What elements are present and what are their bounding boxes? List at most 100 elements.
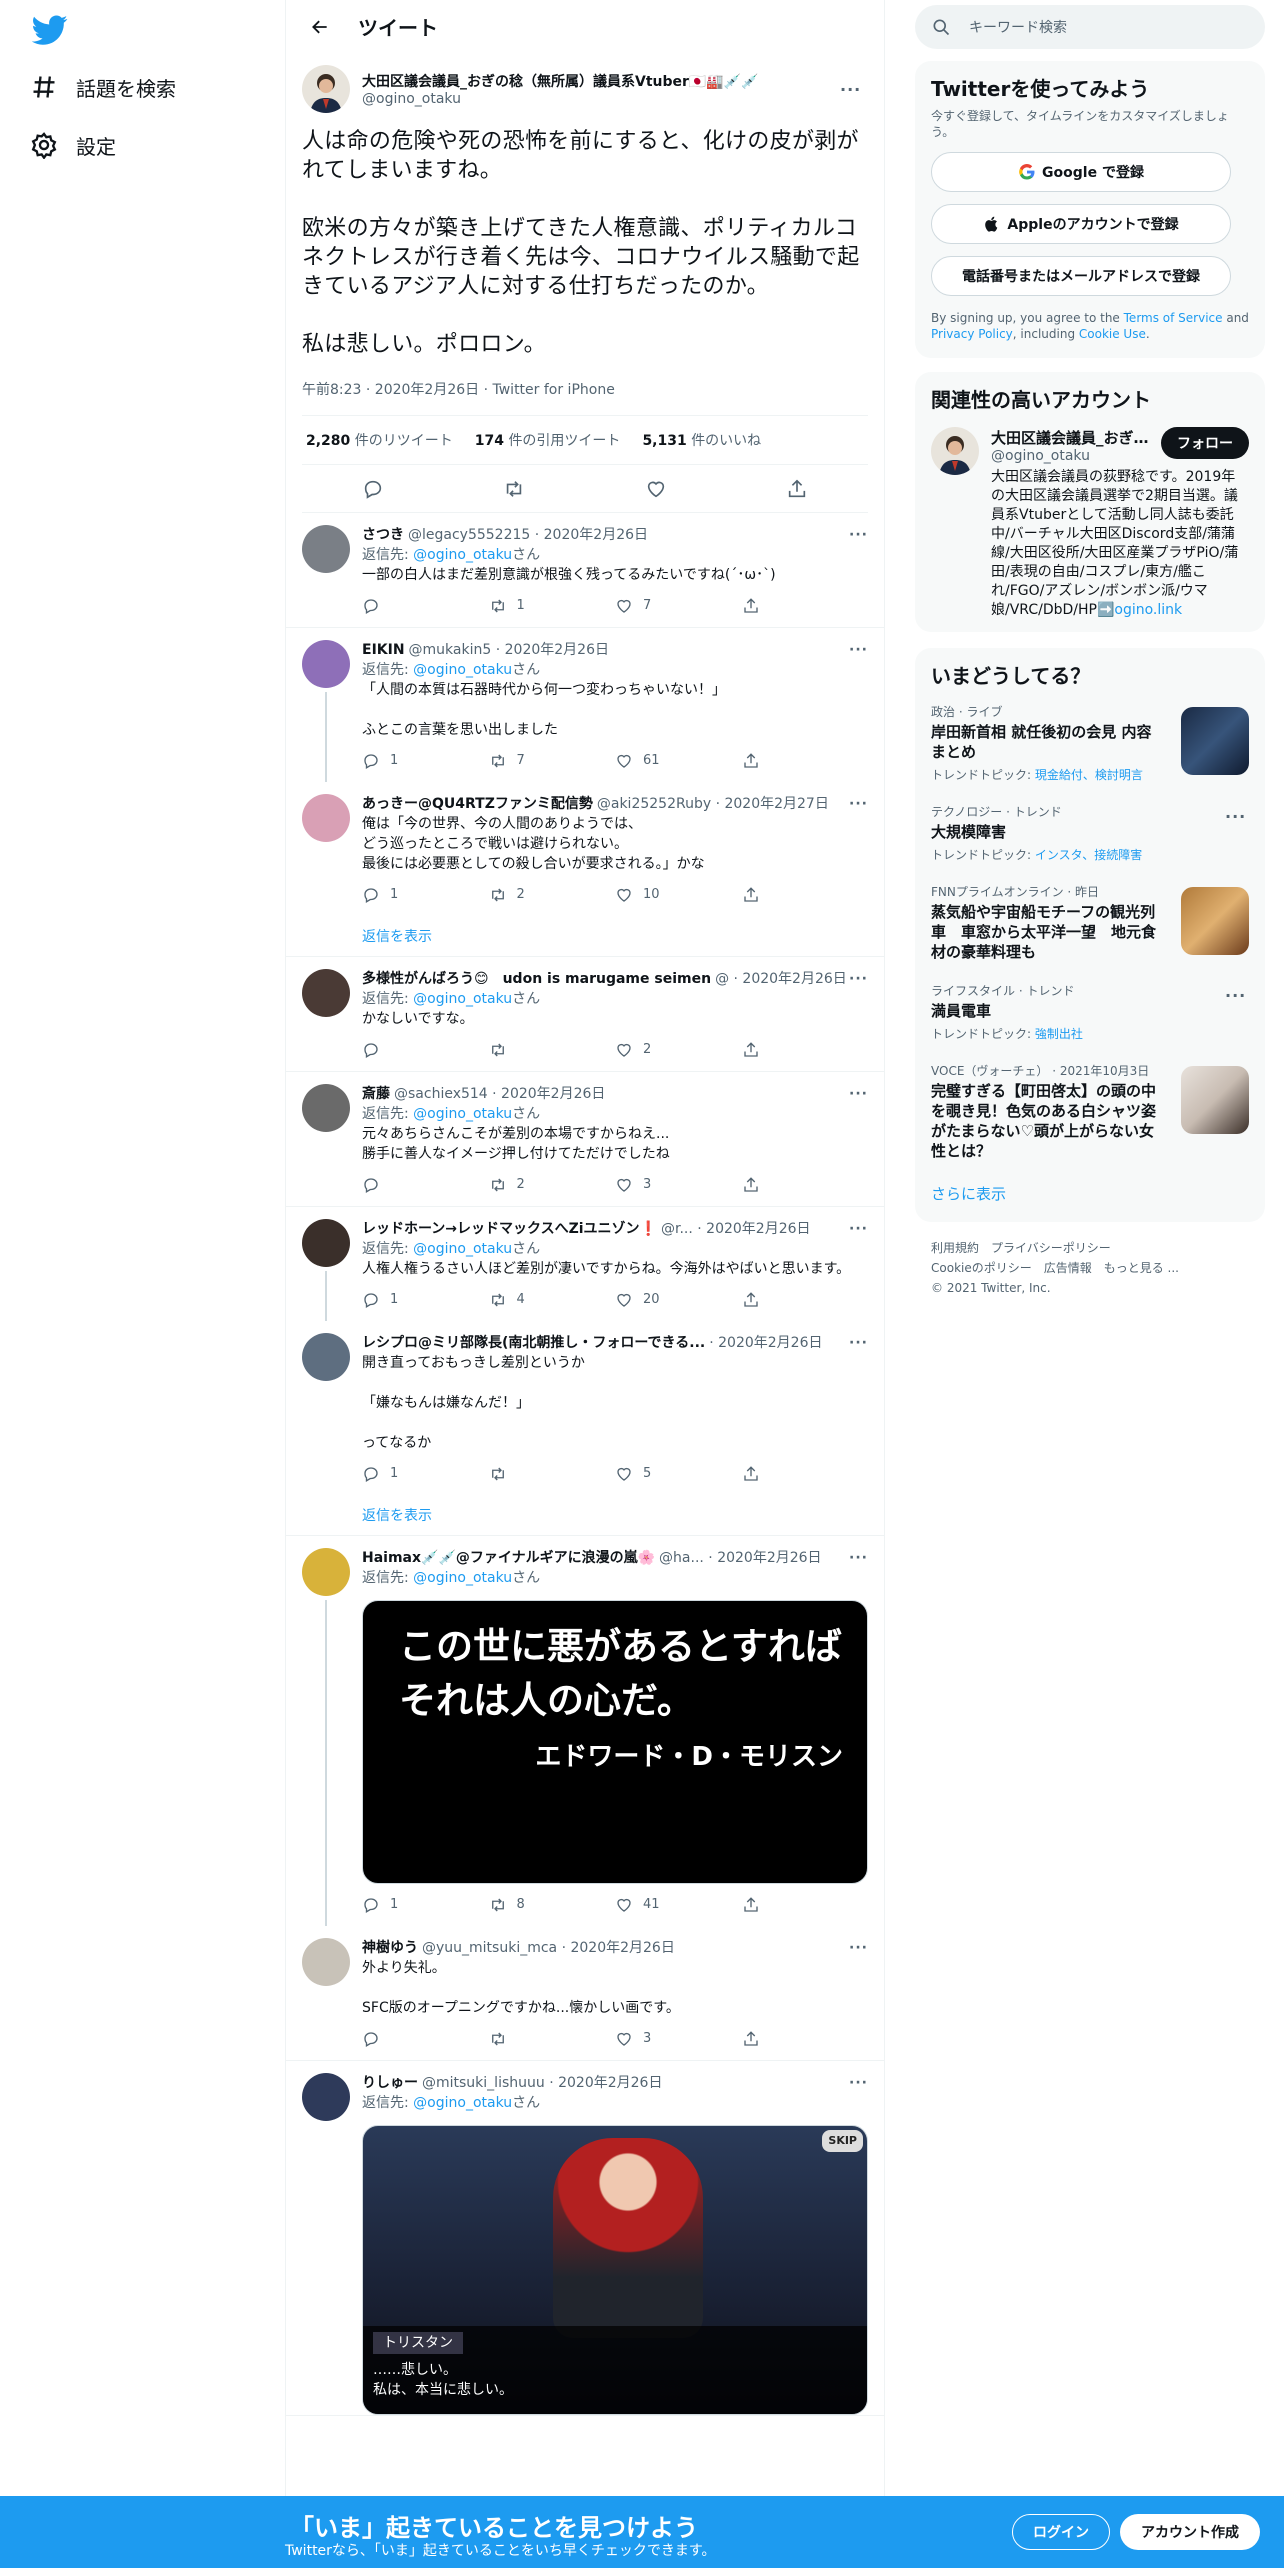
reply-tweet[interactable]: 多様性がんばろう😊 udon is marugame seimen @ · 202… (286, 957, 884, 1071)
reply-to-link[interactable]: @ogino_otaku (413, 2095, 512, 2111)
trend-item[interactable]: VOCE（ヴォーチェ） · 2021年10月3日 完璧すぎる【町田啓太】の頭の中を… (931, 1052, 1249, 1171)
avatar[interactable] (302, 969, 350, 1017)
like-icon[interactable] (615, 2030, 633, 2048)
retweet-icon[interactable] (503, 478, 525, 500)
footer-links-1[interactable]: 利用規約 プライバシーポリシー (931, 1238, 1249, 1258)
reply-tweet[interactable]: 斎藤 @sachiex514 · 2020年2月26日 ··· 返信先: @ogino… (286, 1072, 884, 1206)
reply-author-name[interactable]: Haimax💉💉@ファイナルギアに浪漫の嵐🌸 (362, 1548, 655, 1568)
reply-icon[interactable] (362, 752, 380, 770)
like-icon[interactable] (615, 1176, 633, 1194)
author-handle[interactable]: @ogino_otaku (362, 91, 840, 107)
trend-item[interactable]: テクノロジー · トレンド 大規模障害 トレンドトピック: インスタ、接続障害 ··· (931, 793, 1249, 873)
avatar[interactable] (302, 1219, 350, 1267)
reply-to-link[interactable]: @ogino_otaku (413, 547, 512, 563)
reply-author-meta[interactable]: @sachiex514 · 2020年2月26日 (394, 1084, 605, 1104)
like-icon[interactable] (615, 886, 633, 904)
reply-author-meta[interactable]: @aki25252Ruby · 2020年2月27日 (597, 794, 829, 814)
reply-icon[interactable] (362, 1465, 380, 1483)
reply-to-link[interactable]: @ogino_otaku (413, 1570, 512, 1586)
reply-media[interactable]: SKIP トリスタン ……悲しい。 私は、本当に悲しい。 (362, 2125, 868, 2415)
more-icon[interactable]: ··· (848, 640, 868, 660)
reply-author-meta[interactable]: @legacy5552215 · 2020年2月26日 (408, 525, 648, 545)
search-input[interactable]: キーワード検索 (915, 5, 1265, 49)
more-icon[interactable]: ··· (848, 525, 868, 545)
retweet-icon[interactable] (489, 1896, 507, 1914)
reply-to-link[interactable]: @ogino_otaku (413, 662, 512, 678)
avatar[interactable] (302, 1548, 350, 1596)
avatar[interactable] (302, 640, 350, 688)
retweet-icon[interactable] (489, 2030, 507, 2048)
reply-tweet[interactable]: EIKIN @mukakin5 · 2020年2月26日 ··· 返信先: @ogin… (286, 628, 884, 782)
share-icon[interactable] (742, 597, 760, 615)
reply-tweet[interactable]: Haimax💉💉@ファイナルギアに浪漫の嵐🌸 @ha... · 2020年2月26… (286, 1536, 884, 1926)
privacy-link[interactable]: Privacy Policy (931, 327, 1013, 341)
reply-author-meta[interactable]: @ha... · 2020年2月26日 (659, 1548, 822, 1568)
reply-author-meta[interactable]: @mitsuki_lishuuu · 2020年2月26日 (422, 2073, 662, 2093)
apple-signup-button[interactable]: Appleのアカウントで登録 (931, 204, 1231, 244)
phone-signup-button[interactable]: 電話番号またはメールアドレスで登録 (931, 256, 1231, 296)
related-name[interactable]: 大田区議会議員_おぎの稔（ (991, 427, 1161, 448)
share-icon[interactable] (786, 478, 808, 500)
more-icon[interactable]: ··· (848, 2073, 868, 2093)
share-icon[interactable] (742, 1041, 760, 1059)
share-icon[interactable] (742, 1291, 760, 1309)
retweet-icon[interactable] (489, 1465, 507, 1483)
trends-show-more[interactable]: さらに表示 (931, 1171, 1249, 1210)
share-icon[interactable] (742, 1176, 760, 1194)
reply-author-name[interactable]: レシプロ@ミリ部隊長(南北朝推し・フォローできる... (362, 1333, 705, 1353)
trend-item[interactable]: FNNプライムオンライン · 昨日 蒸気船や宇宙船モチーフの観光列車 車窓から太平… (931, 873, 1249, 972)
author-name[interactable]: 大田区議会議員_おぎの稔（無所属）議員系Vtuber🇯🇵🏭💉💉 (362, 71, 782, 91)
nav-explore[interactable]: 話題を検索 (30, 62, 176, 112)
reply-author-name[interactable]: さつき (362, 525, 404, 545)
avatar[interactable] (302, 1084, 350, 1132)
reply-author-name[interactable]: りしゅー (362, 2073, 418, 2093)
twitter-logo-icon[interactable] (32, 12, 68, 48)
retweet-icon[interactable] (489, 597, 507, 615)
reply-author-meta[interactable]: @ · 2020年2月26日 (715, 969, 847, 989)
reply-icon[interactable] (362, 886, 380, 904)
reply-author-name[interactable]: 斎藤 (362, 1084, 390, 1104)
reply-author-name[interactable]: 多様性がんばろう😊 udon is marugame seimen (362, 969, 711, 989)
footer-links-2[interactable]: Cookieのポリシー 広告情報 もっと見る ... (931, 1258, 1249, 1278)
trend-item[interactable]: 政治 · ライブ 岸田新首相 就任後初の会見 内容まとめ トレンドトピック: 現金給… (931, 693, 1249, 793)
quote-count[interactable]: 174 件の引用ツイート (475, 430, 621, 450)
more-icon[interactable]: ··· (848, 1219, 868, 1239)
like-icon[interactable] (615, 1041, 633, 1059)
retweet-icon[interactable] (489, 752, 507, 770)
retweet-icon[interactable] (489, 1041, 507, 1059)
avatar[interactable] (302, 65, 350, 113)
like-icon[interactable] (615, 1896, 633, 1914)
reply-author-meta[interactable]: · 2020年2月26日 (709, 1333, 822, 1353)
reply-icon[interactable] (362, 478, 384, 500)
reply-author-meta[interactable]: @r... · 2020年2月26日 (661, 1219, 811, 1239)
reply-tweet[interactable]: さつき @legacy5552215 · 2020年2月26日 ··· 返信先: @o… (286, 513, 884, 627)
more-icon[interactable]: ··· (1225, 986, 1245, 1005)
reply-to-link[interactable]: @ogino_otaku (413, 1241, 512, 1257)
share-icon[interactable] (742, 1896, 760, 1914)
avatar[interactable] (302, 525, 350, 573)
retweet-count[interactable]: 2,280 件のリツイート (306, 430, 453, 450)
like-icon[interactable] (615, 752, 633, 770)
signup-button[interactable]: アカウント作成 (1120, 2514, 1260, 2550)
reply-icon[interactable] (362, 1176, 380, 1194)
reply-author-name[interactable]: EIKIN (362, 640, 405, 660)
related-handle[interactable]: @ogino_otaku (991, 448, 1161, 464)
reply-icon[interactable] (362, 1291, 380, 1309)
retweet-icon[interactable] (489, 886, 507, 904)
like-icon[interactable] (615, 597, 633, 615)
retweet-icon[interactable] (489, 1176, 507, 1194)
show-replies-link[interactable]: 返信を表示 (286, 1495, 884, 1535)
google-signup-button[interactable]: Google で登録 (931, 152, 1231, 192)
avatar[interactable] (302, 794, 350, 842)
reply-tweet[interactable]: あっきー@QU4RTZファンミ配信勢 @aki25252Ruby · 2020年2… (286, 782, 884, 916)
reply-tweet[interactable]: 神樹ゆう @yuu_mitsuki_mca · 2020年2月26日 ··· 外より失… (286, 1926, 884, 2060)
retweet-icon[interactable] (489, 1291, 507, 1309)
show-replies-link[interactable]: 返信を表示 (286, 916, 884, 956)
reply-author-meta[interactable]: @yuu_mitsuki_mca · 2020年2月26日 (422, 1938, 675, 1958)
more-icon[interactable]: ··· (848, 1084, 868, 1104)
reply-icon[interactable] (362, 597, 380, 615)
more-icon[interactable]: ··· (848, 1548, 868, 1568)
avatar[interactable] (302, 1938, 350, 1986)
back-button[interactable] (302, 9, 338, 45)
more-icon[interactable]: ··· (848, 1333, 868, 1353)
